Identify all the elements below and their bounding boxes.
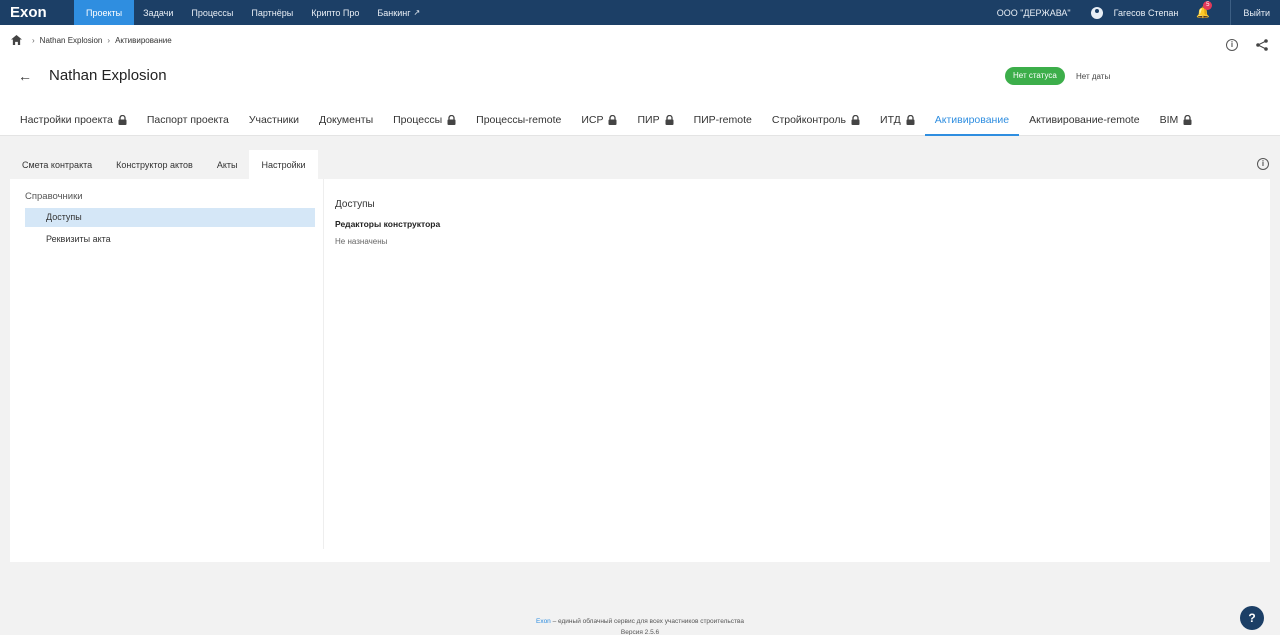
user-name[interactable]: Гагесов Степан — [1114, 8, 1179, 18]
nav-banking[interactable]: Банкинг ↗ — [368, 0, 429, 25]
page-title: Nathan Explosion — [49, 67, 167, 84]
tab-label: Паспорт проекта — [146, 114, 229, 126]
project-header: › Nathan Explosion › Активирование i ← N… — [0, 25, 1280, 136]
top-navigation-bar: Exon Проекты Задачи Процессы Партнёры Кр… — [0, 0, 1280, 25]
tab-label: Настройки проекта — [20, 114, 113, 126]
breadcrumb-separator: › — [32, 35, 35, 45]
settings-panel: Справочники Доступы Реквизиты акта Досту… — [10, 179, 1270, 562]
tab-activation-remote[interactable]: Активирование-remote — [1019, 110, 1150, 136]
tab-isr[interactable]: ИСР — [571, 110, 627, 136]
lock-icon — [1183, 115, 1192, 125]
nav-processes-label: Процессы — [191, 7, 234, 18]
subtab-contract-estimate[interactable]: Смета контракта — [10, 150, 104, 179]
lock-icon — [851, 115, 860, 125]
sidebar-item-act-details[interactable]: Реквизиты акта — [25, 230, 315, 249]
tab-label: Процессы — [393, 114, 443, 126]
footer-tagline: – единый облачный сервис для всех участн… — [550, 618, 745, 625]
sidebar-item-access[interactable]: Доступы — [25, 208, 315, 227]
tab-label: Стройконтроль — [771, 114, 847, 126]
tab-bim[interactable]: BIM — [1150, 110, 1203, 136]
help-icon[interactable]: ? — [1240, 606, 1264, 630]
tab-label: ПИР — [637, 114, 660, 126]
tab-label: Документы — [318, 114, 374, 126]
nav-tasks[interactable]: Задачи — [134, 0, 182, 25]
user-account-icon[interactable] — [1090, 6, 1103, 19]
notifications-button[interactable]: 🔔 5 — [1196, 0, 1213, 19]
settings-sidebar: Справочники Доступы Реквизиты акта — [10, 179, 324, 549]
tab-label: Активирование — [934, 114, 1010, 126]
sidebar-heading: Справочники — [25, 191, 83, 202]
tab-itd[interactable]: ИТД — [870, 110, 925, 136]
lock-icon — [906, 115, 915, 125]
notifications-badge: 5 — [1203, 0, 1213, 10]
breadcrumb: › Nathan Explosion › Активирование — [11, 35, 172, 45]
project-date: Нет даты — [1076, 72, 1111, 81]
external-link-icon: ↗ — [413, 8, 421, 17]
breadcrumb-project[interactable]: Nathan Explosion — [40, 36, 103, 45]
back-arrow-icon[interactable]: ← — [18, 68, 32, 84]
lock-icon — [665, 115, 674, 125]
subtab-act-constructor[interactable]: Конструктор актов — [104, 150, 205, 179]
nav-projects[interactable]: Проекты — [74, 0, 135, 25]
nav-partners[interactable]: Партнёры — [242, 0, 302, 25]
tab-processes-remote[interactable]: Процессы-remote — [466, 110, 571, 136]
home-icon[interactable] — [11, 35, 22, 45]
tab-processes[interactable]: Процессы — [383, 110, 466, 136]
editors-value: Не назначены — [335, 237, 388, 246]
organization-selector[interactable]: ООО "ДЕРЖАВА" — [997, 8, 1071, 18]
tab-label: ИСР — [581, 114, 604, 126]
footer-version: Версия 2.5.6 — [620, 629, 660, 635]
footer: Exon – единый облачный сервис для всех у… — [0, 616, 1280, 635]
footer-brand-link[interactable]: Exon — [536, 618, 551, 625]
tab-label: Процессы-remote — [476, 114, 562, 126]
footer-tagline-line: Exon – единый облачный сервис для всех у… — [0, 616, 1280, 627]
app-logo[interactable]: Exon — [0, 0, 74, 25]
top-right-area: ООО "ДЕРЖАВА" Гагесов Степан 🔔 5 Выйти — [997, 0, 1280, 25]
main-menu: Проекты Задачи Процессы Партнёры Крипто … — [74, 0, 429, 25]
share-icon[interactable] — [1256, 39, 1268, 51]
nav-crypto-pro[interactable]: Крипто Про — [302, 0, 368, 25]
lock-icon — [447, 115, 456, 125]
project-tabs: Настройки проекта Паспорт проекта Участн… — [10, 110, 1202, 136]
subtab-acts[interactable]: Акты — [205, 150, 250, 179]
tab-label: ИТД — [880, 114, 901, 126]
section-title: Доступы — [335, 199, 375, 210]
nav-partners-label: Партнёры — [251, 7, 294, 18]
nav-crypto-pro-label: Крипто Про — [311, 7, 360, 18]
tab-pir[interactable]: ПИР — [627, 110, 683, 136]
status-badge[interactable]: Нет статуса — [1005, 67, 1065, 85]
tab-construction-control[interactable]: Стройконтроль — [762, 110, 870, 136]
header-actions: i — [1226, 39, 1268, 51]
tab-pir-remote[interactable]: ПИР-remote — [684, 110, 762, 136]
subtab-settings[interactable]: Настройки — [249, 150, 318, 179]
breadcrumb-current: Активирование — [115, 35, 172, 45]
nav-processes[interactable]: Процессы — [182, 0, 242, 25]
tab-participants[interactable]: Участники — [239, 110, 309, 136]
activation-subtabs: Смета контракта Конструктор актов Акты Н… — [10, 150, 318, 179]
breadcrumb-separator: › — [107, 35, 111, 45]
lock-icon — [608, 115, 617, 125]
tab-documents[interactable]: Документы — [309, 110, 383, 136]
tab-label: Участники — [248, 114, 299, 126]
tab-label: BIM — [1159, 114, 1179, 126]
tab-label: Активирование-remote — [1029, 114, 1140, 126]
info-icon[interactable]: i — [1226, 39, 1238, 51]
editors-title: Редакторы конструктора — [335, 219, 441, 229]
lock-icon — [118, 115, 127, 125]
info-icon[interactable]: i — [1257, 158, 1269, 170]
tab-project-passport[interactable]: Паспорт проекта — [137, 110, 239, 136]
logout-button[interactable]: Выйти — [1230, 0, 1280, 25]
nav-banking-label: Банкинг — [377, 7, 411, 18]
tab-activation[interactable]: Активирование — [924, 110, 1020, 136]
tab-label: ПИР-remote — [693, 114, 752, 126]
tab-project-settings[interactable]: Настройки проекта — [10, 110, 137, 136]
nav-tasks-label: Задачи — [143, 7, 174, 18]
nav-projects-label: Проекты — [86, 7, 123, 18]
